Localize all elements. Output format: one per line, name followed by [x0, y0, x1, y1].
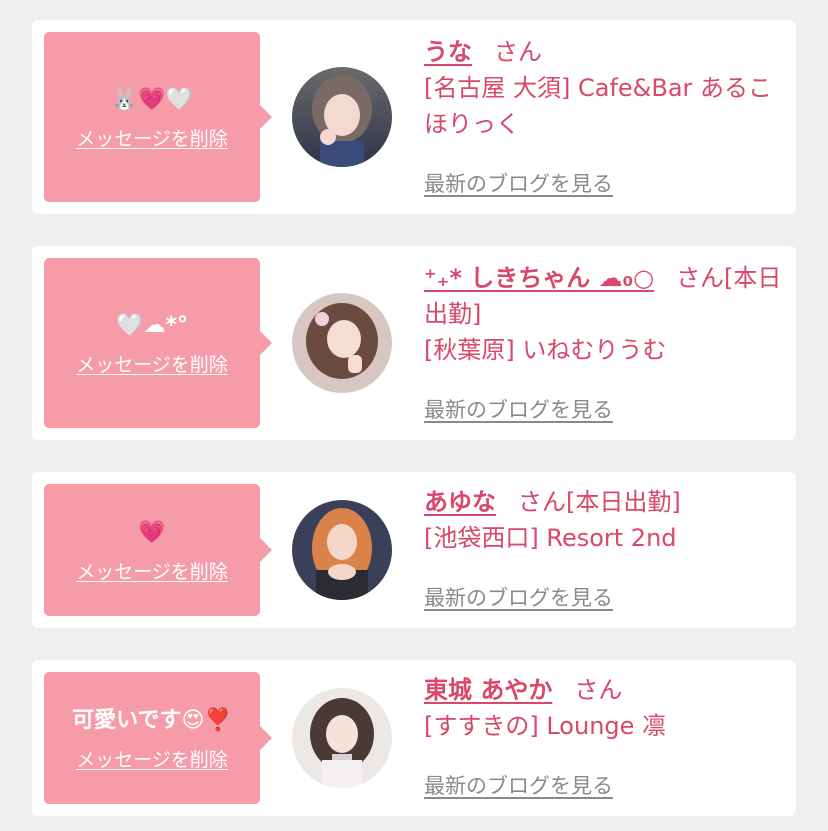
message-card: 🤍☁*° メッセージを削除 ⁺₊* しきちゃん ☁₀○ さん[本日出勤] [秋葉原… — [32, 246, 796, 440]
shop-name: [名古屋 大須] Cafe&Bar あるこほりっく — [424, 74, 773, 138]
latest-blog-link[interactable]: 最新のブログを見る — [424, 770, 613, 800]
girl-info: 東城 あやか さん [すすきの] Lounge 凛 — [424, 672, 784, 744]
message-bubble: 🤍☁*° メッセージを削除 — [44, 258, 272, 428]
girl-info: あゆな さん[本日出勤] [池袋西口] Resort 2nd — [424, 484, 784, 556]
shop-name: [秋葉原] いねむりうむ — [424, 336, 667, 364]
girl-info: うな さん [名古屋 大須] Cafe&Bar あるこほりっく — [424, 34, 784, 142]
message-text: 可愛いです😍❣️ — [72, 707, 232, 733]
avatar-photo — [292, 67, 392, 167]
girl-name-link[interactable]: うな — [424, 38, 472, 66]
girl-info: ⁺₊* しきちゃん ☁₀○ さん[本日出勤] [秋葉原] いねむりうむ — [424, 260, 784, 368]
message-bubble: 🐰💗🤍 メッセージを削除 — [44, 32, 272, 202]
delete-message-link[interactable]: メッセージを削除 — [76, 350, 228, 377]
latest-blog-link[interactable]: 最新のブログを見る — [424, 168, 613, 198]
delete-message-link[interactable]: メッセージを削除 — [76, 745, 228, 772]
message-card: 🐰💗🤍 メッセージを削除 うな さん [名古屋 大須] Cafe&Bar あるこほ… — [32, 20, 796, 214]
message-text: 💗 — [138, 519, 166, 545]
honorific: さん — [574, 676, 623, 704]
message-card: 💗 メッセージを削除 あゆな さん[本日出勤] [池袋西口] Resort 2nd… — [32, 472, 796, 628]
avatar[interactable] — [292, 293, 392, 393]
shop-name: [すすきの] Lounge 凛 — [424, 712, 667, 740]
girl-name-link[interactable]: あゆな — [424, 488, 496, 516]
shop-name: [池袋西口] Resort 2nd — [424, 524, 677, 552]
latest-blog-link[interactable]: 最新のブログを見る — [424, 394, 613, 424]
message-bubble: 可愛いです😍❣️ メッセージを削除 — [44, 672, 272, 804]
latest-blog-link[interactable]: 最新のブログを見る — [424, 582, 613, 612]
avatar[interactable] — [292, 688, 392, 788]
honorific: さん[本日出勤] — [518, 488, 681, 516]
message-bubble: 💗 メッセージを削除 — [44, 484, 272, 616]
avatar[interactable] — [292, 67, 392, 167]
avatar-photo — [292, 500, 392, 600]
delete-message-link[interactable]: メッセージを削除 — [76, 124, 228, 151]
avatar[interactable] — [292, 500, 392, 600]
delete-message-link[interactable]: メッセージを削除 — [76, 557, 228, 584]
honorific: さん — [494, 38, 542, 66]
message-text: 🤍☁*° — [116, 312, 188, 338]
girl-name-link[interactable]: ⁺₊* しきちゃん ☁₀○ — [424, 264, 654, 292]
girl-name-link[interactable]: 東城 あやか — [424, 676, 552, 704]
avatar-photo — [292, 688, 392, 788]
message-text: 🐰💗🤍 — [110, 86, 194, 112]
message-card: 可愛いです😍❣️ メッセージを削除 東城 あやか さん [すすきの] Lounge… — [32, 660, 796, 816]
avatar-photo — [292, 293, 392, 393]
